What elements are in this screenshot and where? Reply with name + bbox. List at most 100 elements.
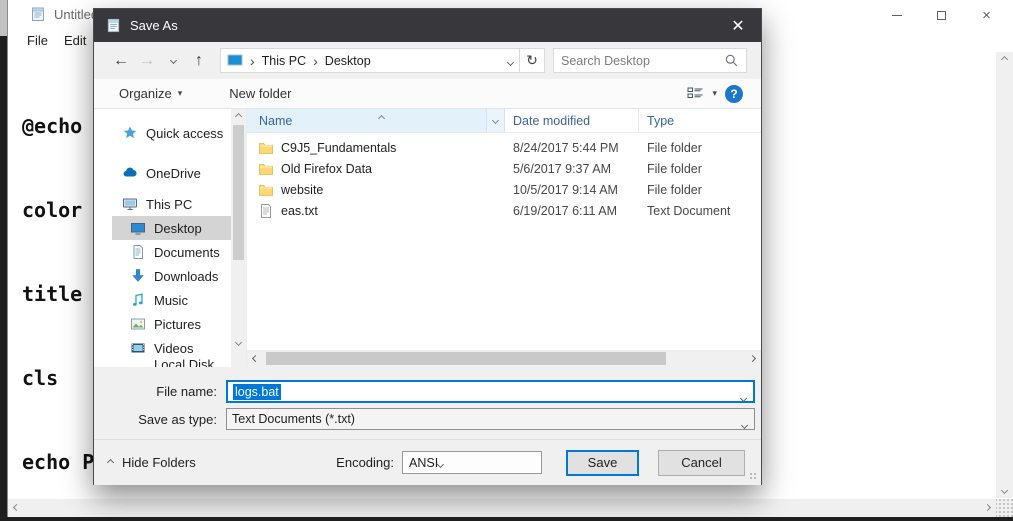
- sidebar-item-label: Quick access: [146, 125, 224, 141]
- scrollbar-thumb[interactable]: [233, 125, 244, 260]
- sidebar-item-desktop[interactable]: Desktop: [112, 216, 231, 240]
- views-icon[interactable]: [687, 86, 704, 101]
- scroll-up-icon[interactable]: [996, 52, 1013, 67]
- file-type: File folder: [647, 140, 702, 155]
- sidebar-item-downloads[interactable]: Downloads: [94, 264, 231, 288]
- column-header-type[interactable]: Type: [639, 109, 749, 132]
- sidebar-item-quick-access[interactable]: Quick access: [94, 121, 231, 145]
- sidebar-item-label: Downloads: [154, 268, 219, 284]
- sidebar-item-pictures[interactable]: Pictures: [94, 312, 231, 336]
- help-icon[interactable]: ?: [725, 84, 743, 103]
- text-file-icon: [258, 203, 274, 219]
- notepad-vertical-scrollbar[interactable]: [996, 52, 1013, 498]
- breadcrumb-this-pc[interactable]: This PC: [262, 54, 306, 68]
- up-button[interactable]: ↑: [186, 52, 212, 70]
- file-name-label: File name:: [156, 384, 217, 399]
- minimize-button[interactable]: [874, 0, 919, 30]
- chevron-down-icon[interactable]: [739, 390, 748, 404]
- onedrive-cloud-icon: [122, 165, 138, 181]
- sidebar-item-label: Music: [154, 292, 188, 308]
- hide-folders-button[interactable]: Hide Folders: [106, 455, 196, 470]
- filename-section: File name: logs.bat Save as type: Text D…: [94, 367, 761, 439]
- scrollbar-thumb[interactable]: [266, 352, 666, 365]
- dialog-close-button[interactable]: ✕: [715, 9, 761, 42]
- recent-locations-chevron[interactable]: [160, 56, 186, 65]
- chevron-down-icon: [740, 417, 749, 431]
- new-folder-button[interactable]: New folder: [229, 86, 291, 101]
- sidebar-item-documents[interactable]: Documents: [94, 240, 231, 264]
- videos-icon: [130, 340, 146, 356]
- sidebar-item-onedrive[interactable]: OneDrive: [94, 161, 231, 185]
- file-row[interactable]: website 10/5/2017 9:14 AM File folder: [247, 179, 761, 200]
- save-as-type-value: Text Documents (*.txt): [232, 412, 355, 426]
- dialog-resize-grip[interactable]: [749, 472, 758, 481]
- documents-icon: [130, 244, 146, 260]
- file-date: 8/24/2017 5:44 PM: [513, 140, 619, 155]
- file-name-value: logs.bat: [233, 383, 281, 400]
- save-as-dialog: Save As ✕ ← → ↑ › This PC › Desktop ↻ Se…: [93, 8, 762, 485]
- maximize-button[interactable]: [919, 0, 964, 30]
- save-button[interactable]: Save: [566, 449, 639, 476]
- cancel-button[interactable]: Cancel: [658, 449, 745, 476]
- file-name-input[interactable]: logs.bat: [226, 380, 755, 403]
- save-as-type-select[interactable]: Text Documents (*.txt): [226, 408, 755, 430]
- address-bar[interactable]: › This PC › Desktop: [220, 48, 520, 73]
- notepad-app-icon: [30, 6, 46, 22]
- sidebar-item-label: Videos: [154, 340, 194, 356]
- views-dropdown-caret-icon[interactable]: ▾: [712, 88, 717, 99]
- file-row[interactable]: eas.txt 6/19/2017 6:11 AM Text Document: [247, 200, 761, 221]
- sidebar-item-music[interactable]: Music: [94, 288, 231, 312]
- scroll-down-icon[interactable]: [996, 483, 1013, 498]
- column-header-name[interactable]: Name: [247, 109, 487, 132]
- navigation-pane: Quick access OneDrive This PC Desktop Do…: [94, 109, 231, 367]
- file-name: Old Firefox Data: [281, 161, 373, 176]
- back-button[interactable]: ←: [108, 52, 134, 70]
- search-input[interactable]: Search Desktop: [553, 48, 747, 73]
- notepad-resize-grip[interactable]: [996, 499, 1013, 517]
- file-list-pane: Name Date modified Type C9J5_Fundamental…: [246, 109, 761, 367]
- desktop-background: Untitled - N × File Edit For @echo o col…: [0, 0, 1013, 521]
- file-list-horizontal-scrollbar[interactable]: [247, 350, 761, 367]
- scroll-down-icon[interactable]: [231, 335, 246, 350]
- encoding-label: Encoding:: [336, 455, 394, 470]
- forward-button[interactable]: →: [134, 52, 160, 70]
- sort-ascending-icon: [377, 110, 386, 124]
- sidebar-item-label: Documents: [154, 244, 220, 260]
- breadcrumb-desktop[interactable]: Desktop: [325, 54, 371, 68]
- notepad-horizontal-scrollbar[interactable]: [8, 499, 996, 517]
- file-row[interactable]: Old Firefox Data 5/6/2017 9:37 AM File f…: [247, 158, 761, 179]
- sidebar-item-local-disk[interactable]: Local Disk (C:): [94, 357, 231, 367]
- scroll-up-icon[interactable]: [231, 109, 246, 124]
- organize-button[interactable]: Organize ▾: [119, 86, 182, 101]
- refresh-button[interactable]: ↻: [520, 48, 545, 73]
- command-bar: Organize ▾ New folder ▾ ?: [94, 79, 761, 109]
- column-filter-chevron[interactable]: [487, 109, 505, 132]
- sidebar-item-this-pc[interactable]: This PC: [94, 192, 231, 216]
- file-name: website: [281, 182, 324, 197]
- file-list-header: Name Date modified Type: [247, 109, 761, 133]
- column-header-date-modified[interactable]: Date modified: [505, 109, 639, 132]
- dialog-footer: Hide Folders Encoding: ANSI Save Cancel: [94, 439, 761, 485]
- folder-icon: [258, 140, 274, 156]
- folder-icon: [258, 161, 274, 177]
- sidebar-scrollbar[interactable]: [231, 109, 246, 367]
- desktop-icon: [130, 220, 146, 236]
- dialog-titlebar[interactable]: Save As ✕: [94, 9, 761, 42]
- scroll-left-icon[interactable]: [8, 500, 25, 515]
- scroll-right-icon[interactable]: [979, 500, 996, 515]
- address-dropdown-chevron[interactable]: [506, 53, 515, 68]
- encoding-select[interactable]: ANSI: [402, 451, 542, 474]
- file-row[interactable]: C9J5_Fundamentals 8/24/2017 5:44 PM File…: [247, 137, 761, 158]
- menu-file[interactable]: File: [19, 30, 56, 52]
- this-pc-icon: [227, 54, 243, 67]
- save-as-type-label: Save as type:: [138, 411, 217, 427]
- scroll-left-icon[interactable]: [247, 351, 264, 366]
- file-type: File folder: [647, 161, 702, 176]
- scroll-right-icon[interactable]: [744, 351, 761, 366]
- menu-edit[interactable]: Edit: [56, 30, 94, 52]
- close-button[interactable]: ×: [964, 0, 1009, 30]
- dialog-title: Save As: [130, 18, 178, 33]
- new-folder-label: New folder: [229, 86, 292, 101]
- sidebar-item-label: Local Disk (C:): [154, 357, 214, 367]
- pictures-icon: [130, 316, 146, 332]
